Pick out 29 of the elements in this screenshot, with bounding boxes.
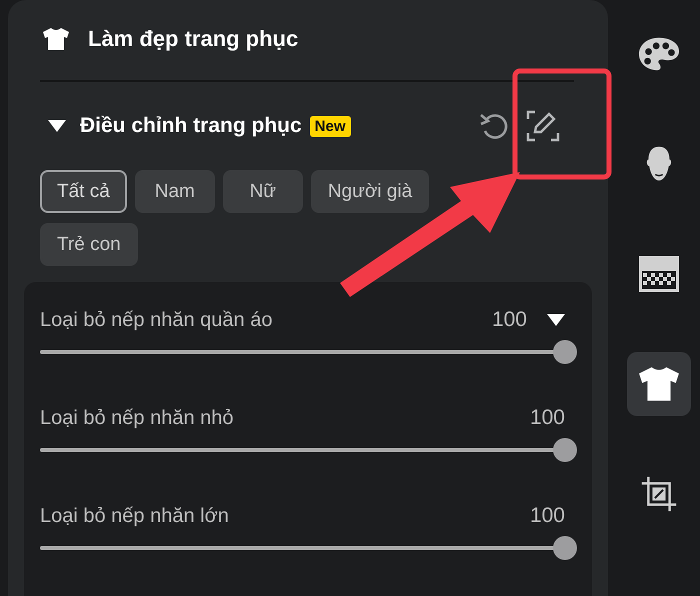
shirt-icon: [638, 366, 680, 402]
slider[interactable]: [40, 340, 577, 364]
shirt-icon: [42, 27, 70, 51]
new-badge: New: [310, 116, 351, 136]
shirt-tool[interactable]: [627, 352, 691, 416]
slider[interactable]: [40, 536, 577, 560]
slider[interactable]: [40, 438, 577, 462]
panel-title: Làm đẹp trang phục: [88, 26, 298, 52]
slider-value: 100: [530, 406, 565, 430]
mosaic-icon: [638, 256, 680, 292]
slider-label: Loại bỏ nếp nhăn lớn: [40, 504, 230, 528]
filter-chip[interactable]: Người già: [310, 170, 430, 213]
slider-value: 100: [530, 504, 565, 528]
slider-value: 100: [492, 308, 527, 332]
slider-label: Loại bỏ nếp nhăn nhỏ: [40, 406, 235, 430]
filter-chip[interactable]: Tất cả: [40, 170, 127, 213]
section-title: Điều chỉnh trang phục: [80, 114, 302, 138]
palette-icon: [638, 36, 680, 72]
reset-icon[interactable]: [478, 111, 510, 141]
dropdown-icon[interactable]: [547, 314, 565, 326]
collapse-toggle-icon[interactable]: [48, 119, 66, 133]
filter-chip[interactable]: Trẻ con: [40, 223, 138, 266]
slider-thumb[interactable]: [553, 438, 577, 462]
slider-label: Loại bỏ nếp nhăn quần áo: [40, 308, 274, 332]
filter-chip[interactable]: Nam: [134, 170, 215, 213]
slider-thumb[interactable]: [553, 340, 577, 364]
slider-thumb[interactable]: [553, 536, 577, 560]
edit-icon[interactable]: [526, 110, 560, 142]
filter-chip[interactable]: Nữ: [222, 170, 303, 213]
